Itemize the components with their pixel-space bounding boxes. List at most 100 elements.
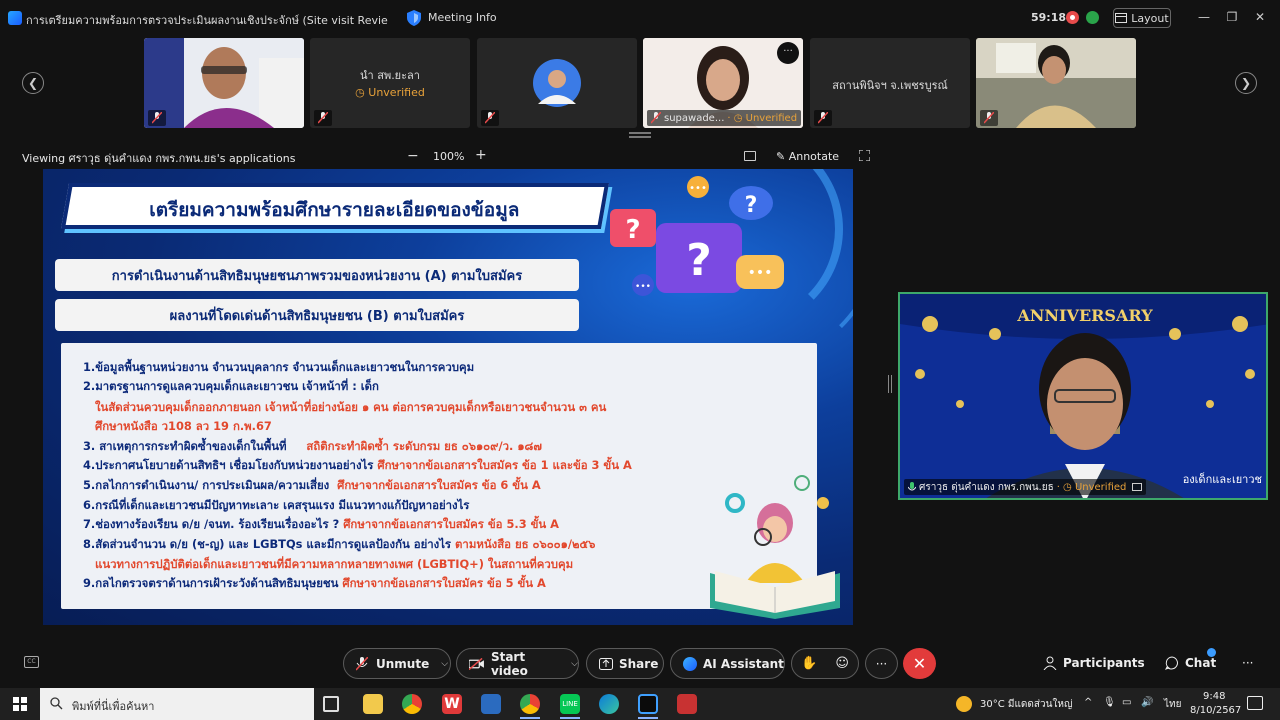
svg-text:ANNIVERSARY: ANNIVERSARY bbox=[1016, 306, 1153, 325]
fullscreen-icon[interactable] bbox=[859, 150, 870, 161]
line-app-icon[interactable]: LINE bbox=[560, 694, 580, 714]
recording-icon[interactable] bbox=[1066, 11, 1079, 24]
speaker-label: ศราวุธ ดุ่นคำแดง กพร.กพน.ยธ · ◷ Unverifi… bbox=[904, 479, 1147, 495]
shared-screen-slide: เตรียมความพร้อมศึกษารายละเอียดของข้อมูล … bbox=[43, 169, 853, 625]
network-health-icon[interactable] bbox=[1086, 11, 1099, 24]
app-icon[interactable] bbox=[481, 694, 501, 714]
tile-options-icon[interactable]: ··· bbox=[777, 42, 799, 64]
muted-indicator bbox=[814, 110, 832, 126]
closed-captions-icon[interactable]: CC bbox=[24, 656, 39, 668]
wps-office-icon[interactable]: W bbox=[442, 694, 462, 714]
file-explorer-icon[interactable] bbox=[363, 694, 383, 714]
unmute-button[interactable]: Unmute ⌵ bbox=[343, 648, 451, 679]
screen-share-badge-icon bbox=[1132, 483, 1143, 491]
share-button[interactable]: Share bbox=[586, 648, 664, 679]
restore-icon[interactable]: ❐ bbox=[1225, 10, 1239, 24]
taskbar-search-box[interactable]: พิมพ์ที่นี่เพื่อค้นหา bbox=[40, 688, 314, 720]
reading-woman-illustration bbox=[710, 475, 840, 619]
participant-tile-5[interactable]: สถานพินิจฯ จ.เพชรบูรณ์ bbox=[810, 38, 970, 128]
annotate-button[interactable]: ✎ Annotate bbox=[776, 150, 839, 163]
speaker-background-caption: องเด็กและเยาวช bbox=[1182, 473, 1262, 486]
video-off-icon bbox=[469, 657, 484, 670]
share-screen-icon bbox=[599, 657, 613, 670]
muted-indicator bbox=[481, 110, 499, 126]
question-bubbles-illustration: ? ? ••• ? ••• ••• bbox=[610, 176, 784, 296]
more-options-button[interactable]: ··· bbox=[865, 648, 898, 679]
zoom-level[interactable]: 100% bbox=[433, 150, 464, 163]
thumbnails-next-arrow-icon[interactable]: ❯ bbox=[1235, 72, 1257, 94]
split-resize-handle-icon[interactable] bbox=[888, 375, 892, 393]
reactions-smiley-icon[interactable]: ☺ bbox=[835, 656, 849, 671]
participant-video bbox=[144, 38, 304, 128]
tray-mic-icon[interactable]: 🎙 bbox=[1103, 697, 1116, 708]
zoom-out-button[interactable]: − bbox=[407, 148, 419, 164]
task-view-icon[interactable] bbox=[323, 696, 339, 712]
start-video-label: Start video bbox=[490, 649, 528, 678]
tray-chevron-up-icon[interactable]: ^ bbox=[1084, 697, 1092, 708]
pdf-reader-icon[interactable] bbox=[677, 694, 697, 714]
reactions-group: ✋ ☺ bbox=[791, 648, 859, 679]
ai-assistant-label: AI Assistant bbox=[703, 656, 784, 671]
leave-meeting-button[interactable]: ✕ bbox=[903, 648, 936, 679]
participant-name: สถานพินิจฯ จ.เพชรบูรณ์ bbox=[832, 79, 948, 92]
overflow-label: ··· bbox=[1242, 656, 1254, 670]
share-label: Share bbox=[619, 656, 659, 671]
ai-assistant-button[interactable]: AI Assistant bbox=[670, 648, 785, 679]
svg-text:?: ? bbox=[745, 193, 758, 218]
taskbar-date[interactable]: 8/10/2567 bbox=[1190, 705, 1241, 716]
thumbnails-prev-arrow-icon[interactable]: ❮ bbox=[22, 72, 44, 94]
participants-button[interactable]: Participants bbox=[1043, 656, 1145, 670]
mic-muted-icon bbox=[984, 112, 994, 124]
unverified-label: ◷ Unverified bbox=[355, 86, 425, 99]
overflow-menu-button[interactable]: ··· bbox=[1242, 656, 1253, 670]
meeting-info-button[interactable]: Meeting Info bbox=[428, 11, 497, 24]
participant-tile-4[interactable]: ··· supawade... · ◷ Unverified bbox=[643, 38, 803, 128]
taskbar-time[interactable]: 9:48 bbox=[1203, 691, 1225, 702]
participants-label: Participants bbox=[1063, 656, 1145, 670]
windows-start-icon[interactable] bbox=[13, 697, 27, 711]
participant-tile-2[interactable]: นำ สพ.ยะลา ◷ Unverified bbox=[310, 38, 470, 128]
participant-tile-3[interactable] bbox=[477, 38, 637, 128]
weather-text[interactable]: 30°C มีแดดส่วนใหญ่ bbox=[980, 697, 1072, 712]
unverified-label: · ◷ Unverified bbox=[1056, 481, 1127, 493]
layout-label: Layout bbox=[1131, 11, 1169, 25]
participant-tile-1[interactable] bbox=[144, 38, 304, 128]
slide-line-9: 9.กลไกตรวจตราด้านการเฝ้าระวังด้านสิทธิมน… bbox=[83, 576, 546, 590]
chat-button[interactable]: Chat bbox=[1165, 648, 1216, 670]
chrome-icon[interactable] bbox=[402, 694, 422, 714]
edge-icon[interactable] bbox=[599, 694, 619, 714]
close-icon[interactable]: ✕ bbox=[1253, 10, 1267, 24]
chat-notification-dot bbox=[1207, 648, 1216, 657]
active-indicator bbox=[520, 717, 540, 719]
chevron-down-icon[interactable]: ⌵ bbox=[441, 659, 448, 669]
mic-muted-icon bbox=[356, 656, 368, 671]
svg-text:?: ? bbox=[625, 215, 640, 245]
slide-line-8a: แนวทางการปฏิบัติต่อเด็กและเยาวชนที่มีควา… bbox=[95, 557, 574, 571]
notifications-icon[interactable] bbox=[1247, 696, 1263, 710]
chat-icon bbox=[1165, 656, 1178, 670]
layout-button[interactable]: Layout bbox=[1113, 8, 1171, 28]
resize-handle-icon[interactable] bbox=[629, 132, 651, 138]
webex-meeting-window: การเตรียมความพร้อมการตรวจประเมินผลงานเชิ… bbox=[0, 0, 1280, 688]
zoom-in-button[interactable]: + bbox=[475, 147, 487, 163]
active-speaker-video[interactable]: ANNIVERSARY องเด็กและเยาวช ศราวุธ ดุ่นคำ… bbox=[898, 292, 1268, 500]
chevron-down-icon[interactable]: ⌵ bbox=[571, 659, 578, 669]
start-video-button[interactable]: Start video ⌵ bbox=[456, 648, 579, 679]
tray-network-icon[interactable]: ▭ bbox=[1122, 697, 1131, 708]
input-language[interactable]: ไทย bbox=[1164, 697, 1181, 712]
tray-volume-icon[interactable]: 🔊 bbox=[1141, 697, 1153, 708]
shield-icon[interactable] bbox=[407, 10, 421, 26]
participant-tile-6[interactable] bbox=[976, 38, 1136, 128]
slide-section-a: การดำเนินงานด้านสิทธิมนุษยชนภาพรวมของหน่… bbox=[55, 259, 579, 291]
monitor-icon[interactable] bbox=[744, 151, 756, 161]
slide-title-banner: เตรียมความพร้อมศึกษารายละเอียดของข้อมูล bbox=[60, 183, 610, 229]
mic-muted-icon bbox=[651, 112, 661, 124]
webex-icon[interactable] bbox=[638, 694, 658, 714]
weather-sun-icon[interactable] bbox=[956, 696, 972, 712]
more-options-label: ··· bbox=[875, 656, 888, 671]
chrome-icon[interactable] bbox=[520, 694, 540, 714]
raise-hand-icon[interactable]: ✋ bbox=[801, 656, 817, 671]
minimize-icon[interactable]: — bbox=[1197, 10, 1211, 24]
svg-text:•••: ••• bbox=[689, 183, 707, 194]
slide-line-5: 5.กลไกการดำเนินงาน/ การประเมินผล/ความเสี… bbox=[83, 478, 541, 492]
